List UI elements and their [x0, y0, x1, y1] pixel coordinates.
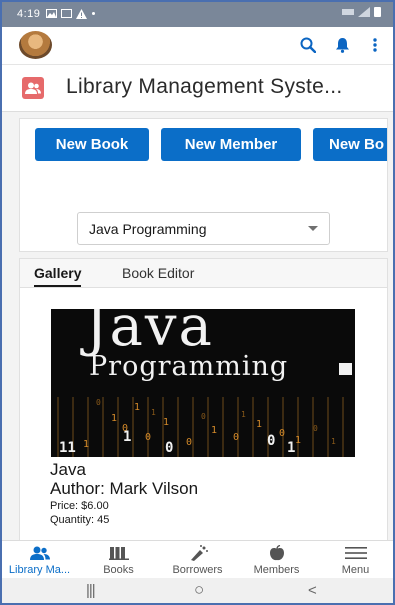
new-book-button[interactable]: New Book: [35, 128, 149, 161]
book-icon: [108, 545, 129, 561]
action-card: New Book New Member New Bo Java Programm…: [19, 118, 388, 252]
more-vertical-icon[interactable]: [364, 34, 386, 56]
nav-label-members: Members: [253, 564, 300, 576]
avatar[interactable]: [19, 31, 52, 59]
nav-item-borrowers[interactable]: Borrowers: [158, 541, 237, 579]
page-title: Library Management Syste...: [66, 75, 343, 98]
system-nav-bar: ||| ○ <: [0, 578, 395, 605]
nav-item-books[interactable]: Books: [79, 541, 158, 579]
nav-label-books: Books: [103, 564, 134, 576]
svg-text:1: 1: [295, 435, 301, 446]
chevron-down-icon: [308, 226, 318, 231]
nav-label-borrowers: Borrowers: [172, 564, 223, 576]
svg-text:1: 1: [211, 425, 217, 436]
svg-text:1: 1: [134, 402, 140, 413]
app-bar: [0, 27, 395, 65]
new-member-button[interactable]: New Member: [161, 128, 301, 161]
home-button[interactable]: ○: [194, 580, 204, 600]
svg-text:0: 0: [96, 398, 101, 407]
book-price: Price: $6.00: [50, 500, 109, 512]
warning-icon: [76, 8, 88, 19]
svg-text:0: 0: [267, 433, 275, 449]
svg-text:1: 1: [83, 439, 89, 450]
book-select[interactable]: Java Programming: [77, 212, 330, 245]
image-icon: [46, 9, 58, 18]
dot-icon: [92, 12, 96, 15]
bottom-nav: Library Ma... Books Borrowers Members Me…: [0, 540, 395, 579]
search-icon[interactable]: [297, 34, 319, 56]
svg-text:11: 11: [59, 440, 76, 456]
svg-text:0: 0: [313, 424, 318, 433]
svg-text:1: 1: [163, 417, 169, 428]
back-button[interactable]: <: [308, 582, 317, 599]
svg-text:1: 1: [111, 413, 117, 424]
svg-text:0: 0: [145, 432, 151, 443]
svg-text:0: 0: [165, 440, 173, 456]
svg-text:0: 0: [279, 428, 285, 439]
title-bar: Library Management Syste...: [0, 65, 395, 112]
nav-label-library: Library Ma...: [8, 564, 71, 576]
svg-text:1: 1: [123, 429, 131, 445]
people-icon: [25, 82, 41, 94]
status-bar: 4:19: [0, 0, 395, 27]
svg-text:1: 1: [241, 410, 246, 419]
tab-gallery[interactable]: Gallery: [34, 265, 82, 287]
book-title: Java: [50, 460, 86, 479]
book-quantity: Quantity: 45: [50, 514, 110, 526]
app-icon: [22, 77, 44, 99]
hamburger-icon: [344, 545, 367, 561]
svg-text:1: 1: [151, 408, 156, 417]
nav-item-members[interactable]: Members: [237, 541, 316, 579]
tab-book-editor[interactable]: Book Editor: [122, 265, 194, 281]
nav-item-menu[interactable]: Menu: [316, 541, 395, 579]
apple-icon: [269, 545, 285, 561]
cast-icon: [61, 9, 73, 18]
nav-label-menu: Menu: [341, 564, 370, 576]
battery-icon: [374, 7, 381, 17]
svg-text:0: 0: [186, 437, 192, 448]
signal-icon: [358, 7, 370, 17]
bell-icon[interactable]: [331, 34, 353, 56]
svg-text:0: 0: [233, 432, 239, 443]
tab-bar: Gallery Book Editor: [20, 259, 387, 288]
svg-text:1: 1: [331, 437, 336, 446]
status-time: 4:19: [17, 7, 41, 20]
recents-button[interactable]: |||: [86, 582, 96, 599]
new-borrower-button[interactable]: New Bo: [313, 128, 387, 161]
svg-text:1: 1: [287, 440, 295, 456]
status-left-icons: [46, 8, 96, 19]
nav-item-library[interactable]: Library Ma...: [0, 541, 79, 579]
tabs-card: Gallery Book Editor Java Programming 101…: [19, 258, 388, 550]
wand-icon: [188, 545, 208, 561]
book-author: Author: Mark Vilson: [50, 479, 199, 498]
svg-text:1: 1: [256, 419, 262, 430]
people-icon: [29, 545, 50, 561]
book-select-value: Java Programming: [89, 220, 207, 237]
lte-icon: [342, 9, 354, 15]
status-right-icons: [342, 7, 381, 17]
book-cover-image: Java Programming 101 010 101 011 11 1 0 01…: [51, 309, 355, 457]
svg-text:0: 0: [201, 412, 206, 421]
cover-digit-art: 101 010 101 011 1110 01 01 0 101: [59, 398, 336, 456]
